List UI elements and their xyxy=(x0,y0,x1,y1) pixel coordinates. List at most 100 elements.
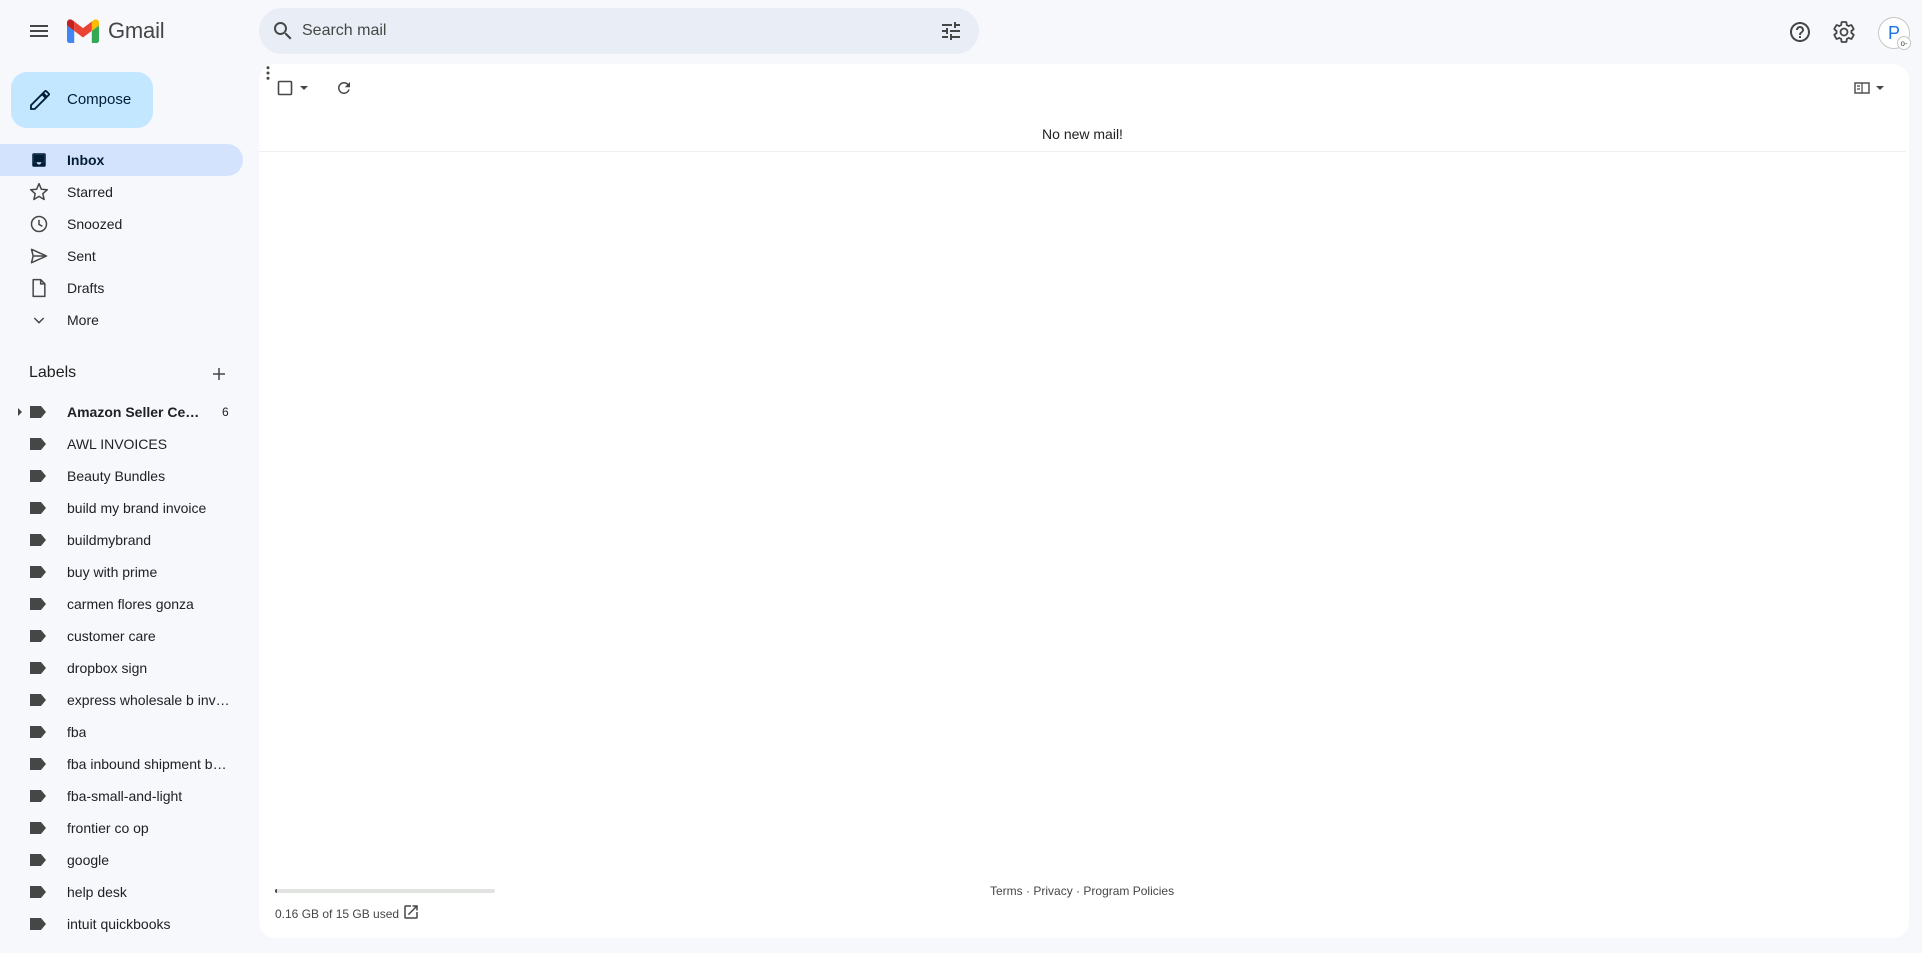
storage-meter xyxy=(275,889,495,893)
nav-item-drafts[interactable]: Drafts xyxy=(0,272,243,304)
caret-down-icon xyxy=(1875,86,1884,90)
label-item[interactable]: customer care xyxy=(0,620,243,652)
label-tag-icon xyxy=(30,886,46,898)
label-name: build my brand invoice xyxy=(67,500,207,516)
privacy-link[interactable]: Privacy xyxy=(1033,884,1072,898)
search-options-icon[interactable] xyxy=(939,19,963,43)
avatar-key-badge: o- xyxy=(1897,36,1911,50)
nav-item-inbox[interactable]: Inbox xyxy=(0,144,243,176)
label-name: frontier co op xyxy=(67,820,149,836)
label-tag-icon xyxy=(30,662,46,674)
label-item[interactable]: intuit quickbooks xyxy=(0,908,243,940)
label-item[interactable]: fba-small-and-light xyxy=(0,780,243,812)
compose-button[interactable]: Compose xyxy=(11,72,153,128)
label-name: Amazon Seller Central xyxy=(67,404,207,420)
label-item[interactable]: help desk xyxy=(0,876,243,908)
gmail-m-icon xyxy=(67,19,99,43)
nav-item-sent[interactable]: Sent xyxy=(0,240,243,272)
nav-item-snoozed[interactable]: Snoozed xyxy=(0,208,243,240)
label-name: fba-small-and-light xyxy=(67,788,183,804)
label-name: buildmybrand xyxy=(67,532,152,548)
label-tag-icon xyxy=(30,566,46,578)
label-name: buy with prime xyxy=(67,564,158,580)
draft-icon xyxy=(27,276,51,300)
pencil-icon xyxy=(30,90,50,110)
nav-label: Snoozed xyxy=(67,216,123,232)
labels-title: Labels xyxy=(29,364,77,381)
caret-down-icon xyxy=(300,86,308,90)
label-item[interactable]: google xyxy=(0,844,243,876)
nav-item-more[interactable]: More xyxy=(0,304,243,336)
label-item[interactable]: express wholesale b invoices xyxy=(0,684,243,716)
empty-inbox-message: No new mail! xyxy=(259,120,1906,152)
gmail-logo[interactable]: Gmail xyxy=(67,18,165,44)
label-tag-icon xyxy=(30,854,46,866)
checkbox-icon xyxy=(277,80,293,96)
footer-links: Terms · Privacy · Program Policies xyxy=(990,884,1174,898)
open-in-new-icon[interactable] xyxy=(402,903,420,921)
label-tag-icon xyxy=(30,502,46,514)
label-item[interactable]: buy with prime xyxy=(0,556,243,588)
label-tag-icon xyxy=(30,438,46,450)
header: Gmail P o- xyxy=(0,0,1922,64)
message-list-panel: No new mail! 0.16 GB of 15 GB used Terms… xyxy=(259,64,1909,938)
label-name: express wholesale b invoices xyxy=(67,692,231,708)
label-name: fba xyxy=(67,724,87,740)
label-tag-icon xyxy=(30,406,46,418)
create-label-button[interactable] xyxy=(207,362,231,386)
label-name: dropbox sign xyxy=(67,660,148,676)
account-avatar[interactable]: P o- xyxy=(1878,17,1911,50)
label-item[interactable]: fba inbound shipment batch xyxy=(0,748,243,780)
program-policies-link[interactable]: Program Policies xyxy=(1083,884,1174,898)
label-tag-icon xyxy=(30,758,46,770)
search-bar[interactable] xyxy=(259,8,979,54)
hamburger-menu-icon xyxy=(30,25,48,37)
app-name: Gmail xyxy=(108,18,165,43)
folder-nav: Inbox Starred Snoozed Sent Drafts More xyxy=(0,144,256,336)
search-icon[interactable] xyxy=(271,19,295,43)
help-icon[interactable] xyxy=(1788,20,1812,44)
footer-separator: · xyxy=(1026,884,1031,898)
send-icon xyxy=(27,244,51,268)
inbox-icon xyxy=(27,148,51,172)
nav-label: Sent xyxy=(67,248,96,264)
main-menu-button[interactable] xyxy=(21,13,57,49)
refresh-button[interactable] xyxy=(332,76,356,100)
label-item[interactable]: Amazon Seller Central 6 xyxy=(0,396,243,428)
clock-icon xyxy=(27,212,51,236)
nav-label: More xyxy=(67,312,99,328)
split-pane-toggle[interactable] xyxy=(1851,76,1887,100)
label-item[interactable]: Beauty Bundles xyxy=(0,460,243,492)
star-icon xyxy=(27,180,51,204)
label-item[interactable]: build my brand invoice xyxy=(0,492,243,524)
plus-icon xyxy=(213,368,225,380)
label-tag-icon xyxy=(30,822,46,834)
label-item[interactable]: buildmybrand xyxy=(0,524,243,556)
refresh-icon xyxy=(337,81,350,94)
label-item[interactable]: carmen flores gonza xyxy=(0,588,243,620)
label-name: help desk xyxy=(67,884,127,900)
search-input[interactable] xyxy=(302,8,862,54)
expand-arrow-icon[interactable] xyxy=(16,408,24,416)
label-tag-icon xyxy=(30,630,46,642)
settings-gear-icon[interactable] xyxy=(1832,20,1856,44)
terms-link[interactable]: Terms xyxy=(990,884,1023,898)
nav-label: Starred xyxy=(67,184,113,200)
label-item[interactable]: dropbox sign xyxy=(0,652,243,684)
more-actions-button[interactable] xyxy=(259,64,1909,82)
label-item[interactable]: fba xyxy=(0,716,243,748)
storage-meter-fill xyxy=(275,889,278,893)
label-tag-icon xyxy=(30,470,46,482)
label-item[interactable]: AWL INVOICES xyxy=(0,428,243,460)
chevron-down-icon xyxy=(27,308,51,332)
toolbar xyxy=(259,64,1909,112)
label-tag-icon xyxy=(30,726,46,738)
label-tag-icon xyxy=(30,790,46,802)
select-all-checkbox[interactable] xyxy=(275,76,311,100)
footer-separator: · xyxy=(1076,884,1081,898)
label-tag-icon xyxy=(30,598,46,610)
nav-item-starred[interactable]: Starred xyxy=(0,176,243,208)
nav-label: Inbox xyxy=(67,152,105,168)
label-item[interactable]: frontier co op xyxy=(0,812,243,844)
label-list: Amazon Seller Central 6 AWL INVOICES Beauty… xyxy=(0,396,256,940)
